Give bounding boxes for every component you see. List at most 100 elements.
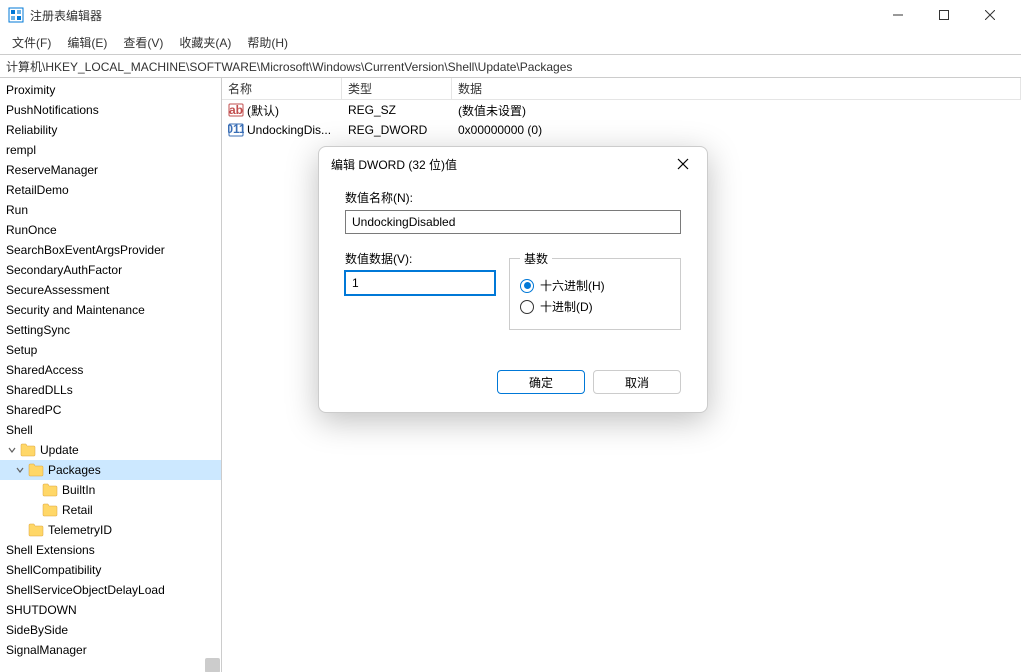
tree-item-label: ReserveManager (6, 163, 98, 177)
tree-item[interactable]: Update (0, 440, 221, 460)
folder-icon (28, 522, 44, 538)
tree-item-label: ShellServiceObjectDelayLoad (6, 583, 165, 597)
tree-item[interactable]: SettingSync (0, 320, 221, 340)
radio-hex[interactable]: 十六进制(H) (520, 277, 670, 294)
dialog-title: 编辑 DWORD (32 位)值 (331, 156, 671, 173)
tree-item[interactable]: PushNotifications (0, 100, 221, 120)
expand-icon[interactable] (14, 464, 26, 476)
folder-icon (20, 442, 36, 458)
list-row[interactable]: ab(默认)REG_SZ(数值未设置) (222, 100, 1021, 120)
value-icon: ab (228, 102, 244, 118)
folder-icon (42, 502, 58, 518)
list-row[interactable]: 011UndockingDis... REG_DWORD0x00000000 (0… (222, 120, 1021, 140)
expand-icon[interactable] (6, 444, 18, 456)
value-name-input[interactable] (345, 210, 681, 234)
radio-hex-circle (520, 279, 534, 293)
value-name-label: 数值名称(N): (345, 189, 681, 206)
tree-item-label: SHUTDOWN (6, 603, 77, 617)
menubar: 文件(F) 编辑(E) 查看(V) 收藏夹(A) 帮助(H) (0, 30, 1021, 54)
tree-item[interactable]: Retail (0, 500, 221, 520)
tree-item-label: rempl (6, 143, 36, 157)
dialog-buttons: 确定 取消 (345, 370, 681, 394)
tree-item[interactable]: Shell Extensions (0, 540, 221, 560)
tree-item[interactable]: Packages (0, 460, 221, 480)
dialog-body: 数值名称(N): 数值数据(V): 基数 十六进制(H) 十进制(D) (319, 181, 707, 412)
folder-icon (42, 482, 58, 498)
radio-dec-circle (520, 300, 534, 314)
radio-hex-label: 十六进制(H) (540, 277, 605, 294)
tree-item-label: SecureAssessment (6, 283, 109, 297)
value-data: 0x00000000 (0) (452, 123, 1021, 137)
tree-item[interactable]: SearchBoxEventArgsProvider (0, 240, 221, 260)
tree-item[interactable]: Reliability (0, 120, 221, 140)
tree-item[interactable]: BuiltIn (0, 480, 221, 500)
tree-item-label: SharedAccess (6, 363, 83, 377)
tree-item[interactable]: Run (0, 200, 221, 220)
tree-item[interactable]: ReserveManager (0, 160, 221, 180)
address-text: 计算机\HKEY_LOCAL_MACHINE\SOFTWARE\Microsof… (6, 58, 572, 75)
tree-item[interactable]: TelemetryID (0, 520, 221, 540)
dialog-close-button[interactable] (671, 152, 695, 176)
tree-item[interactable]: SharedPC (0, 400, 221, 420)
tree-item[interactable]: rempl (0, 140, 221, 160)
tree-item-label: Setup (6, 343, 37, 357)
tree-item-label: ShellCompatibility (6, 563, 101, 577)
svg-text:011: 011 (228, 122, 244, 136)
radio-dec-label: 十进制(D) (540, 298, 593, 315)
value-name: (默认) (247, 102, 279, 119)
tree-item-label: PushNotifications (6, 103, 99, 117)
tree-item[interactable]: SignalManager (0, 640, 221, 660)
tree-item[interactable]: SideBySide (0, 620, 221, 640)
tree-item[interactable]: Setup (0, 340, 221, 360)
base-legend: 基数 (520, 250, 552, 267)
header-type[interactable]: 类型 (342, 78, 452, 99)
tree-item[interactable]: Proximity (0, 80, 221, 100)
folder-icon (28, 462, 44, 478)
header-data[interactable]: 数据 (452, 78, 1021, 99)
menu-edit[interactable]: 编辑(E) (59, 31, 115, 54)
tree-item[interactable]: ShellServiceObjectDelayLoad (0, 580, 221, 600)
dialog-titlebar: 编辑 DWORD (32 位)值 (319, 147, 707, 181)
radio-dec[interactable]: 十进制(D) (520, 298, 670, 315)
tree-panel[interactable]: Proximity PushNotifications Reliability rem… (0, 78, 222, 672)
tree-item[interactable]: Security and Maintenance (0, 300, 221, 320)
tree-item[interactable]: ShellCompatibility (0, 560, 221, 580)
cancel-button[interactable]: 取消 (593, 370, 681, 394)
tree-item[interactable]: RetailDemo (0, 180, 221, 200)
tree-item-label: Reliability (6, 123, 57, 137)
menu-file[interactable]: 文件(F) (4, 31, 59, 54)
tree-item-label: Shell Extensions (6, 543, 95, 557)
value-data-label: 数值数据(V): (345, 250, 495, 267)
value-icon: 011 (228, 122, 244, 138)
tree-item-label: RetailDemo (6, 183, 69, 197)
tree-item[interactable]: SharedAccess (0, 360, 221, 380)
window-controls (875, 0, 1013, 30)
tree-item-label: SharedPC (6, 403, 61, 417)
value-data-input[interactable] (345, 271, 495, 295)
window-title: 注册表编辑器 (30, 7, 875, 24)
tree-item-label: SignalManager (6, 643, 87, 657)
tree-item-label: SettingSync (6, 323, 70, 337)
tree-item[interactable]: Shell (0, 420, 221, 440)
close-button[interactable] (967, 0, 1013, 30)
ok-button[interactable]: 确定 (497, 370, 585, 394)
tree-item-label: SecondaryAuthFactor (6, 263, 122, 277)
value-name: UndockingDis... (247, 123, 331, 137)
tree-item[interactable]: SecureAssessment (0, 280, 221, 300)
scrollbar-thumb[interactable] (205, 658, 220, 672)
tree-item[interactable]: SharedDLLs (0, 380, 221, 400)
address-bar[interactable]: 计算机\HKEY_LOCAL_MACHINE\SOFTWARE\Microsof… (0, 54, 1021, 78)
minimize-button[interactable] (875, 0, 921, 30)
header-name[interactable]: 名称 (222, 78, 342, 99)
value-type: REG_DWORD (342, 123, 452, 137)
tree-item[interactable]: SHUTDOWN (0, 600, 221, 620)
menu-view[interactable]: 查看(V) (115, 31, 171, 54)
menu-help[interactable]: 帮助(H) (239, 31, 296, 54)
app-icon (8, 7, 24, 23)
maximize-button[interactable] (921, 0, 967, 30)
tree-item[interactable]: SecondaryAuthFactor (0, 260, 221, 280)
edit-dword-dialog: 编辑 DWORD (32 位)值 数值名称(N): 数值数据(V): 基数 十六… (318, 146, 708, 413)
menu-favorites[interactable]: 收藏夹(A) (171, 31, 239, 54)
tree-item[interactable]: RunOnce (0, 220, 221, 240)
value-data: (数值未设置) (452, 102, 1021, 119)
